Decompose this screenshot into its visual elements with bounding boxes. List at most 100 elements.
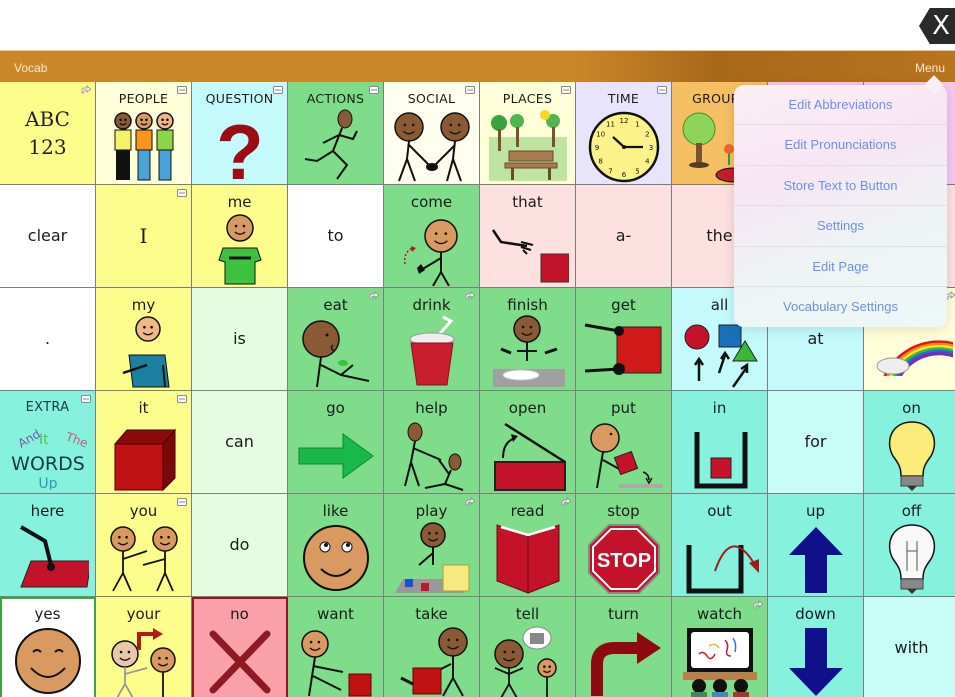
running-person-icon <box>288 108 383 184</box>
vocab-button-to[interactable]: to <box>288 185 384 288</box>
vocab-button-in[interactable]: in <box>672 391 768 494</box>
menu-button[interactable]: Menu <box>915 61 945 75</box>
vocab-button-a[interactable]: a- <box>576 185 672 288</box>
vocab-button-it[interactable]: it <box>96 391 192 494</box>
vocab-button-my[interactable]: my <box>96 288 192 391</box>
lightbulb-on-icon <box>864 417 955 493</box>
vocab-button-with[interactable]: with <box>864 597 955 697</box>
abc-123-icon: ABC 123 <box>25 107 70 159</box>
taking-square-icon <box>384 623 479 697</box>
red-x-icon <box>192 623 287 697</box>
button-label: at <box>807 329 824 348</box>
vocab-button-off[interactable]: off <box>864 494 955 597</box>
vocab-button-clear[interactable]: clear <box>0 185 96 288</box>
button-label: that <box>512 193 543 211</box>
vocab-button-like[interactable]: like <box>288 494 384 597</box>
vocab-button-here[interactable]: here <box>0 494 96 597</box>
vocab-button-play[interactable]: play <box>384 494 480 597</box>
button-label: eat <box>323 296 348 314</box>
vocab-button-take[interactable]: take <box>384 597 480 697</box>
svg-text:12: 12 <box>619 117 628 125</box>
vocab-button-no[interactable]: no <box>192 597 288 697</box>
your-people-icon <box>96 623 191 697</box>
vocab-button-social[interactable]: SOCIAL <box>384 82 480 185</box>
menu-item-settings[interactable]: Settings <box>734 206 947 247</box>
vocab-button-places[interactable]: PLACES <box>480 82 576 185</box>
vocab-button-watch[interactable]: watch <box>672 597 768 697</box>
menu-item-edit-pronunciations[interactable]: Edit Pronunciations <box>734 125 947 166</box>
menu-item-store-text-to-button[interactable]: Store Text to Button <box>734 166 947 207</box>
button-label: finish <box>507 296 548 314</box>
vocab-button-get[interactable]: get <box>576 288 672 391</box>
vocab-button-down[interactable]: down <box>768 597 864 697</box>
vocab-button-drink[interactable]: drink <box>384 288 480 391</box>
vocab-button-go[interactable]: go <box>288 391 384 494</box>
button-label: get <box>611 296 636 314</box>
vocab-button-time[interactable]: TIME 12 1 2 3 4 5 6 7 8 9 10 11 <box>576 82 672 185</box>
vocab-button-that[interactable]: that <box>480 185 576 288</box>
menu-item-edit-page[interactable]: Edit Page <box>734 247 947 287</box>
menu-item-edit-abbreviations[interactable]: Edit Abbreviations <box>734 85 947 126</box>
pointing-down-mat-icon <box>0 520 95 596</box>
person-self-icon <box>192 211 287 287</box>
vocab-button-tell[interactable]: tell <box>480 597 576 697</box>
vocab-button-stop[interactable]: stop STOP <box>576 494 672 597</box>
page-title: Vocab <box>14 61 48 75</box>
vocab-button-want[interactable]: want <box>288 597 384 697</box>
button-label: play <box>415 502 448 520</box>
vocab-button-i[interactable]: I <box>96 185 192 288</box>
vocab-button-me[interactable]: me <box>192 185 288 288</box>
vocab-button-abc-123[interactable]: ABC 123 <box>0 82 96 185</box>
button-label: help <box>415 399 448 417</box>
button-label: down <box>795 605 836 623</box>
vocab-button-come[interactable]: come <box>384 185 480 288</box>
vocab-button-yes[interactable]: yes <box>0 597 96 697</box>
eating-person-icon <box>288 314 383 390</box>
svg-text:It: It <box>39 432 49 448</box>
vocab-button-open[interactable]: open <box>480 391 576 494</box>
lightbulb-off-icon <box>864 520 955 596</box>
handshake-icon <box>384 108 479 184</box>
vocab-button-you[interactable]: you <box>96 494 192 597</box>
svg-text:1: 1 <box>635 121 639 129</box>
vocab-button-actions[interactable]: ACTIONS <box>288 82 384 185</box>
grab-square-icon <box>576 314 671 390</box>
vocab-button-finish[interactable]: finish <box>480 288 576 391</box>
vocab-button-question[interactable]: QUESTION? <box>192 82 288 185</box>
button-label: PLACES <box>502 91 553 106</box>
vocab-button-can[interactable]: can <box>192 391 288 494</box>
vocab-button-on[interactable]: on <box>864 391 955 494</box>
button-label: can <box>225 432 254 451</box>
close-button[interactable]: X <box>919 8 955 44</box>
reaching-square-icon <box>288 623 383 697</box>
vocab-button-do[interactable]: do <box>192 494 288 597</box>
vocab-button-read[interactable]: read <box>480 494 576 597</box>
svg-text:8: 8 <box>598 158 602 166</box>
vocab-button-people[interactable]: PEOPLE <box>96 82 192 185</box>
vocab-button-for[interactable]: for <box>768 391 864 494</box>
button-label: QUESTION <box>205 91 274 106</box>
vocab-button-out[interactable]: out <box>672 494 768 597</box>
button-label: off <box>901 502 922 520</box>
vocab-button-help[interactable]: help <box>384 391 480 494</box>
button-label: read <box>510 502 545 520</box>
vocab-button-put[interactable]: put <box>576 391 672 494</box>
vocab-button-your[interactable]: your <box>96 597 192 697</box>
turn-arrow-icon <box>576 623 671 697</box>
svg-text:The: The <box>63 429 89 450</box>
button-label: your <box>126 605 161 623</box>
green-arrow-right-icon <box>288 417 383 493</box>
vocab-button-is[interactable]: is <box>192 288 288 391</box>
vocab-button-up[interactable]: up <box>768 494 864 597</box>
button-label: a- <box>615 226 632 245</box>
vocab-button-turn[interactable]: turn <box>576 597 672 697</box>
clock-icon: 12 1 2 3 4 5 6 7 8 9 10 11 <box>576 108 671 184</box>
question-mark-icon: ? <box>192 108 287 184</box>
vocab-button-blank-2-0[interactable]: . <box>0 288 96 391</box>
svg-text:STOP: STOP <box>596 550 650 572</box>
vocab-button-eat[interactable]: eat <box>288 288 384 391</box>
svg-text:WORDS: WORDS <box>11 453 85 475</box>
menu-item-vocabulary-settings[interactable]: Vocabulary Settings <box>734 287 947 327</box>
vocab-button-extra[interactable]: EXTRA And It The WORDS Up <box>0 391 96 494</box>
watching-screen-icon <box>672 623 767 697</box>
